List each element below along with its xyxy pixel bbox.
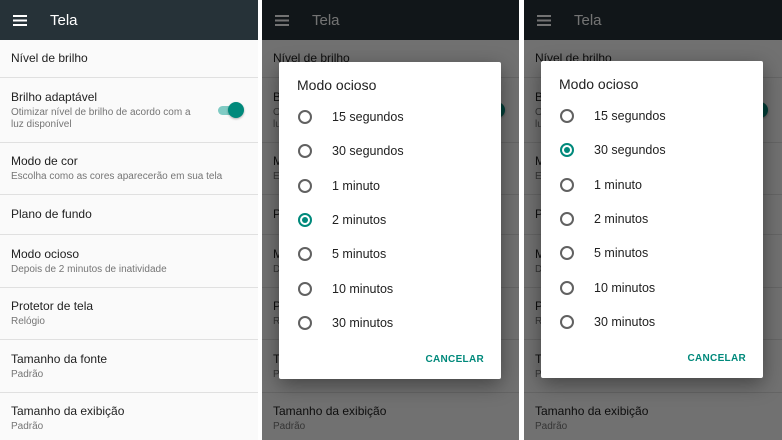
radio-label: 10 minutos [594,280,656,295]
radio-option-5m[interactable]: 5 minutos [279,237,501,271]
radio-button[interactable] [298,110,312,125]
radio-label: 30 segundos [332,144,404,159]
radio-button[interactable] [560,177,574,192]
cancel-button[interactable]: CANCELAR [687,353,746,364]
dialog-title: Modo ocioso [297,77,377,93]
radio-button[interactable] [298,247,312,262]
radio-option-1m[interactable]: 1 minuto [541,168,763,202]
cancel-button[interactable]: CANCELAR [425,354,484,365]
radio-option-30m[interactable]: 30 minutos [541,305,763,339]
setting-subtitle: Otimizar nível de brilho de acordo com a… [11,106,191,130]
radio-button[interactable] [560,109,574,124]
radio-option-10m[interactable]: 10 minutos [541,270,763,304]
setting-color-mode[interactable]: Modo de cor Escolha como as cores aparec… [0,143,258,195]
radio-label: 2 minutos [594,212,649,227]
radio-option-15s[interactable]: 15 segundos [279,100,501,134]
dialog-title: Modo ocioso [559,76,639,92]
radio-button[interactable] [560,280,574,295]
setting-subtitle: Relógio [11,316,45,327]
setting-subtitle: Depois de 2 minutos de inatividade [11,263,167,275]
radio-option-10m[interactable]: 10 minutos [279,271,501,305]
radio-option-30s[interactable]: 30 segundos [541,133,763,167]
radio-label: 1 minuto [594,177,642,192]
radio-option-30s[interactable]: 30 segundos [279,134,501,168]
setting-font-size[interactable]: Tamanho da fonte Padrão [0,340,258,393]
settings-screen-1: Tela Nível de brilho Brilho adaptável Ot… [0,0,258,440]
radio-button[interactable] [298,144,312,159]
idle-mode-dialog: Modo ocioso 15 segundos 30 segundos 1 mi… [279,62,501,379]
radio-button[interactable] [560,212,574,227]
radio-option-2m[interactable]: 2 minutos [541,202,763,236]
radio-option-5m[interactable]: 5 minutos [541,236,763,270]
radio-options: 15 segundos 30 segundos 1 minuto 2 minut… [279,100,501,340]
radio-button[interactable] [298,281,312,296]
settings-screen-3: Tela Nível de brilho Brilho adaptável Ot… [524,0,782,440]
radio-option-30m[interactable]: 30 minutos [279,306,501,340]
setting-title: Modo ocioso [11,246,80,261]
radio-label: 15 segundos [594,109,666,124]
radio-option-15s[interactable]: 15 segundos [541,99,763,133]
setting-title: Tamanho da exibição [11,403,125,418]
radio-button-selected[interactable] [560,143,574,158]
setting-subtitle: Escolha como as cores aparecerão em sua … [11,171,223,182]
radio-option-2m[interactable]: 2 minutos [279,203,501,237]
radio-button[interactable] [560,246,574,261]
setting-subtitle: Padrão [11,420,44,432]
radio-options: 15 segundos 30 segundos 1 minuto 2 minut… [541,99,763,339]
setting-adaptive-brightness[interactable]: Brilho adaptável Otimizar nível de brilh… [0,78,258,143]
adaptive-brightness-toggle[interactable] [216,102,244,118]
radio-label: 5 minutos [594,246,649,261]
setting-title: Protetor de tela [11,299,94,313]
setting-title: Tamanho da fonte [11,351,108,366]
toggle-thumb [228,102,244,118]
radio-label: 30 minutos [332,315,394,330]
setting-title: Plano de fundo [11,207,92,221]
setting-wallpaper[interactable]: Plano de fundo [0,195,258,235]
setting-display-size[interactable]: Tamanho da exibição Padrão [0,393,258,440]
setting-title: Nível de brilho [11,51,88,65]
settings-screen-2: Tela Nível de brilho Brilho adaptável Ot… [262,0,519,440]
radio-button[interactable] [560,314,574,329]
radio-label: 2 minutos [332,213,387,228]
setting-screensaver[interactable]: Protetor de tela Relógio [0,288,258,340]
settings-list: Nível de brilho Brilho adaptável Otimiza… [0,40,258,440]
hamburger-menu-icon[interactable] [0,0,40,40]
radio-label: 30 minutos [594,314,656,329]
setting-title: Modo de cor [11,154,78,168]
radio-label: 5 minutos [332,247,387,262]
setting-subtitle: Padrão [11,368,44,380]
setting-idle-mode[interactable]: Modo ocioso Depois de 2 minutos de inati… [0,235,258,288]
radio-option-1m[interactable]: 1 minuto [279,169,501,203]
toolbar-title: Tela [50,11,78,29]
toolbar: Tela [0,0,258,40]
radio-label: 15 segundos [332,110,404,125]
radio-label: 1 minuto [332,178,380,193]
radio-button[interactable] [298,315,312,330]
setting-title: Brilho adaptável [11,89,98,104]
radio-label: 10 minutos [332,281,394,296]
radio-label: 30 segundos [594,143,666,158]
setting-brightness-level[interactable]: Nível de brilho [0,40,258,78]
radio-button-selected[interactable] [298,213,312,228]
idle-mode-dialog: Modo ocioso 15 segundos 30 segundos 1 mi… [541,61,763,378]
radio-button[interactable] [298,178,312,193]
